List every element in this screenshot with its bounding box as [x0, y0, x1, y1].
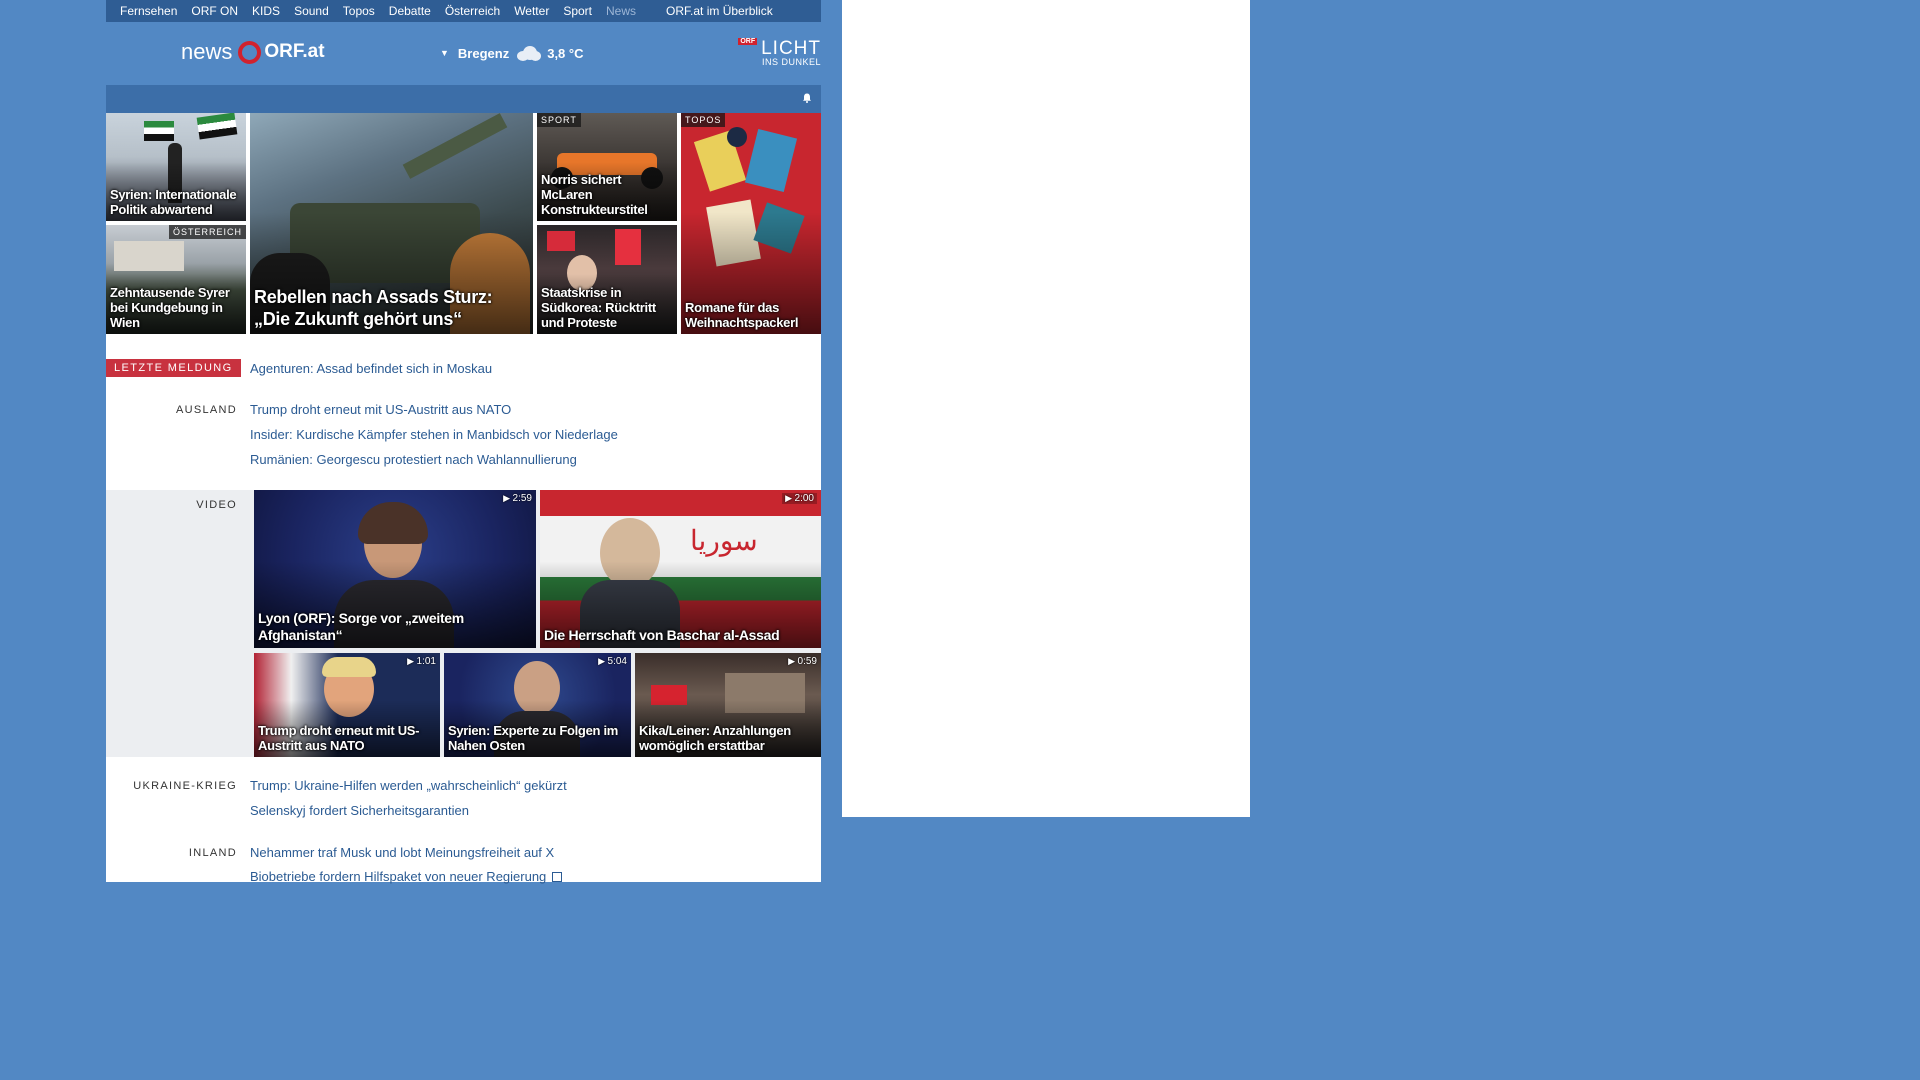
- nav-orf-overview[interactable]: ORF.at im Überblick: [666, 4, 773, 18]
- weather-widget[interactable]: ▼ Bregenz 3,8 °C: [440, 44, 584, 62]
- story-tile-syrien-politik[interactable]: Syrien: Internationale Politik abwartend: [106, 113, 246, 221]
- video-caption: Trump droht erneut mit US-Austritt aus N…: [258, 723, 420, 753]
- orf-eye-icon: [238, 40, 262, 64]
- external-link-icon: [552, 872, 563, 882]
- section-label-video: VIDEO: [196, 499, 237, 511]
- video-duration: 5:04: [598, 656, 627, 667]
- dropdown-triangle-icon: ▼: [440, 48, 449, 58]
- story-caption: Zehntausende Syrer bei Kundgebung in Wie…: [110, 285, 230, 330]
- story-tile-main-rebellen[interactable]: Rebellen nach Assads Sturz: „Die Zukunft…: [250, 113, 533, 334]
- orf-badge: ORF: [738, 38, 758, 45]
- header-bar: [106, 85, 821, 113]
- nav-oesterreich[interactable]: Österreich: [445, 4, 500, 18]
- ausland-link-2[interactable]: Insider: Kurdische Kämpfer stehen in Man…: [250, 427, 618, 442]
- story-caption: Staatskrise in Südkorea: Rücktritt und P…: [541, 285, 656, 330]
- video-tile-assad[interactable]: سوريا 2:00 Die Herrschaft von Baschar al…: [540, 490, 821, 648]
- main-content: Syrien: Internationale Politik abwartend…: [106, 113, 821, 884]
- nav-sound[interactable]: Sound: [294, 4, 329, 18]
- story-caption: Romane für das Weihnachtspackerl: [685, 300, 799, 330]
- nav-topos[interactable]: Topos: [343, 4, 375, 18]
- story-tile-romane[interactable]: TOPOS Romane für das Weihnachtspackerl: [681, 113, 821, 334]
- nav-wetter[interactable]: Wetter: [514, 4, 549, 18]
- logo-news-text: news: [181, 39, 233, 64]
- section-tag: SPORT: [537, 113, 581, 127]
- nav-sport[interactable]: Sport: [563, 4, 592, 18]
- licht-title: LICHT: [761, 38, 821, 59]
- video-tile-experte[interactable]: 5:04 Syrien: Experte zu Folgen im Nahen …: [444, 653, 631, 757]
- inland-link-2[interactable]: Biobetriebe fordern Hilfspaket von neuer…: [250, 869, 546, 884]
- nav-kids[interactable]: KIDS: [252, 4, 280, 18]
- inland-link-2-row: Biobetriebe fordern Hilfspaket von neuer…: [250, 869, 563, 884]
- section-label-ausland: AUSLAND: [175, 404, 237, 416]
- cloud-icon: [515, 44, 542, 62]
- section-tag: ÖSTERREICH: [168, 225, 246, 239]
- nav-debatte[interactable]: Debatte: [389, 4, 431, 18]
- video-tile-trump[interactable]: 1:01 Trump droht erneut mit US-Austritt …: [254, 653, 440, 757]
- nav-fernsehen[interactable]: Fernsehen: [120, 4, 177, 18]
- bell-icon[interactable]: [802, 93, 812, 103]
- breaking-news-link[interactable]: Agenturen: Assad befindet sich in Moskau: [250, 361, 492, 376]
- top-navigation: Fernsehen ORF ON KIDS Sound Topos Debatt…: [106, 0, 821, 22]
- video-duration: 2:59: [503, 493, 532, 504]
- logo-orf-text: ORF.at: [264, 41, 325, 62]
- nav-news[interactable]: News: [606, 4, 636, 18]
- story-tile-syrer-wien[interactable]: ÖSTERREICH Zehntausende Syrer bei Kundge…: [106, 225, 246, 334]
- weather-city: Bregenz: [457, 45, 510, 61]
- breaking-news-label: LETZTE MELDUNG: [106, 359, 241, 377]
- licht-ins-dunkel-logo[interactable]: ORF LICHT INS DUNKEL: [738, 38, 821, 67]
- video-caption: Syrien: Experte zu Folgen im Nahen Osten: [448, 723, 619, 753]
- ausland-link-1[interactable]: Trump droht erneut mit US-Austritt aus N…: [250, 402, 511, 417]
- right-sidebar-panel: [842, 0, 1250, 817]
- video-duration: 0:59: [788, 656, 817, 667]
- news-orf-logo[interactable]: news ORF.at: [181, 39, 325, 65]
- ukraine-link-2[interactable]: Selenskyj fordert Sicherheitsgarantien: [250, 803, 469, 818]
- ukraine-link-1[interactable]: Trump: Ukraine-Hilfen werden „wahrschein…: [250, 778, 567, 793]
- ausland-link-3[interactable]: Rumänien: Georgescu protestiert nach Wah…: [250, 452, 577, 467]
- video-caption: Die Herrschaft von Baschar al-Assad: [544, 627, 780, 643]
- story-caption: Syrien: Internationale Politik abwartend: [110, 187, 237, 217]
- section-tag: TOPOS: [681, 113, 726, 127]
- video-section: VIDEO 2:59 Lyon (ORF): Sorge vor „zweite…: [106, 490, 821, 757]
- video-tile-kika[interactable]: 0:59 Kika/Leiner: Anzahlungen womöglich …: [635, 653, 821, 757]
- video-caption: Kika/Leiner: Anzahlungen womöglich ersta…: [639, 723, 791, 753]
- video-duration: 2:00: [782, 493, 817, 504]
- video-caption: Lyon (ORF): Sorge vor „zweitem Afghanist…: [258, 610, 464, 643]
- weather-temperature: 3,8 °C: [547, 45, 584, 61]
- site-header: news ORF.at ▼ Bregenz 3,8 °C ORF LICHT IN…: [106, 22, 821, 85]
- main-story-caption: Rebellen nach Assads Sturz: „Die Zukunft…: [254, 287, 493, 329]
- video-duration: 1:01: [407, 656, 436, 667]
- story-tile-suedkorea[interactable]: Staatskrise in Südkorea: Rücktritt und P…: [537, 225, 677, 334]
- section-label-ukraine: UKRAINE-KRIEG: [133, 780, 237, 792]
- nav-orf-on[interactable]: ORF ON: [191, 4, 238, 18]
- inland-link-1[interactable]: Nehammer traf Musk und lobt Meinungsfrei…: [250, 845, 554, 860]
- story-tile-norris[interactable]: SPORT Norris sichert McLaren Konstrukteu…: [537, 113, 677, 221]
- story-caption: Norris sichert McLaren Konstrukteurstite…: [541, 172, 648, 217]
- section-label-inland: INLAND: [188, 847, 237, 859]
- video-tile-lyon[interactable]: 2:59 Lyon (ORF): Sorge vor „zweitem Afgh…: [254, 490, 536, 648]
- arabic-banner-graphic: سوريا: [690, 524, 758, 557]
